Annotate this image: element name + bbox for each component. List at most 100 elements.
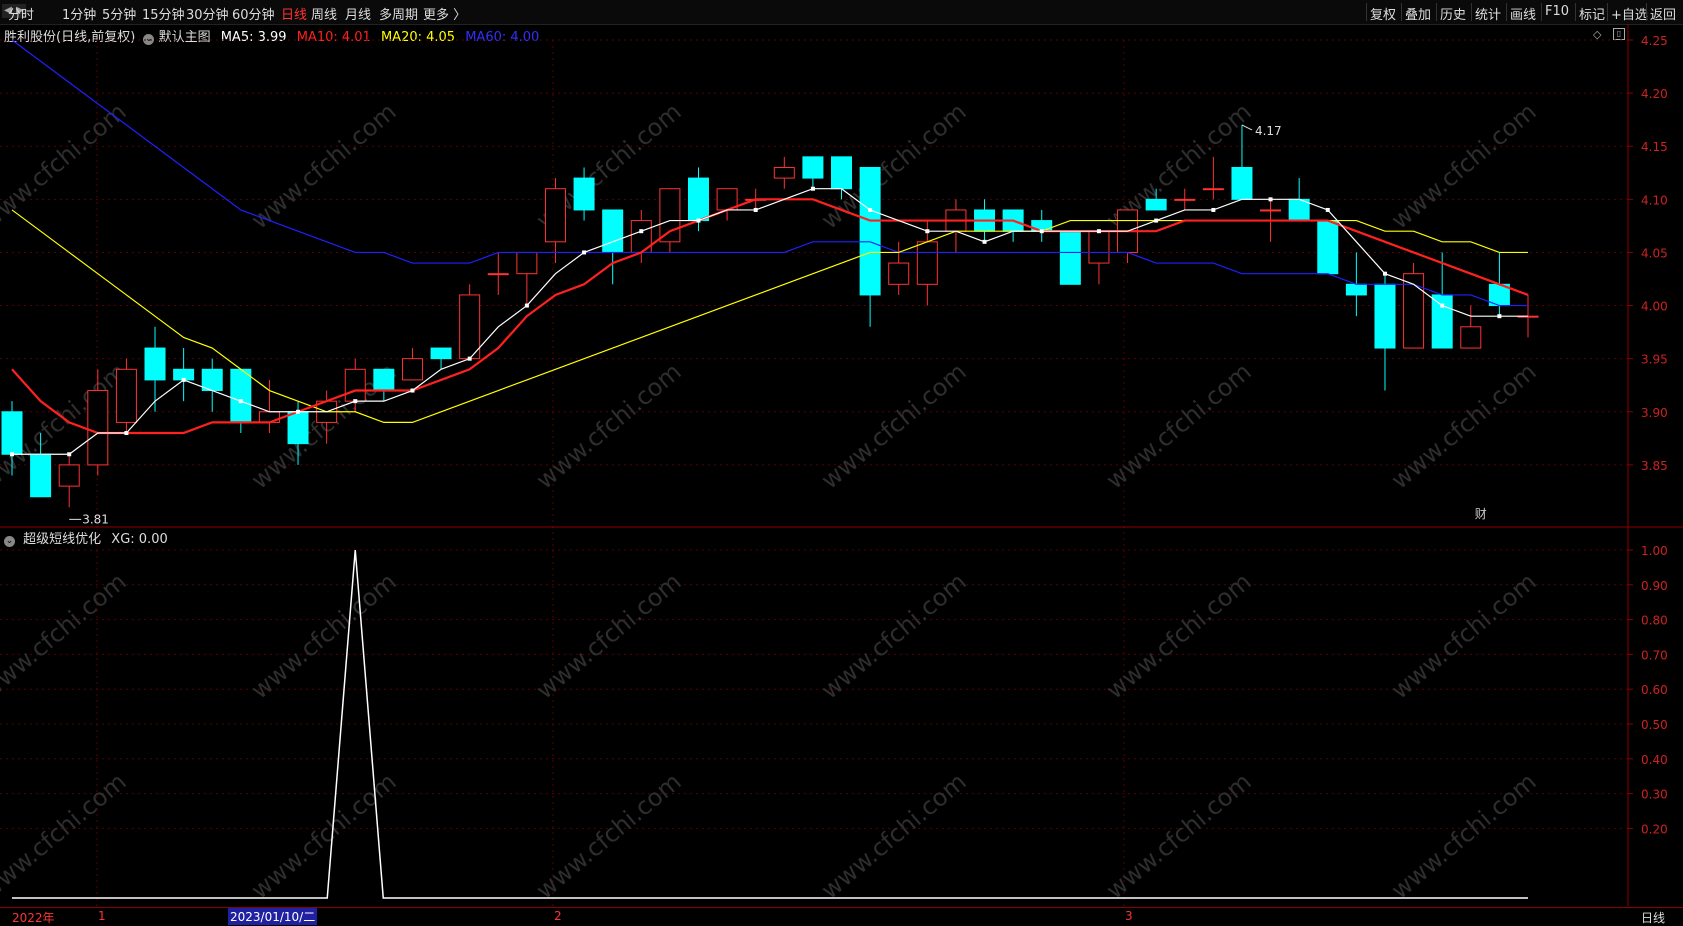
ma5-dot bbox=[1497, 314, 1502, 319]
candle-up bbox=[487, 273, 509, 276]
ma5-dot bbox=[1440, 303, 1445, 308]
ma5-dot bbox=[238, 399, 243, 404]
candle-down bbox=[573, 177, 595, 211]
sub-tick-label: 0.20 bbox=[1641, 822, 1668, 836]
ma5-dot bbox=[1382, 271, 1387, 276]
watermark-text: www.cfchi.com bbox=[816, 357, 972, 494]
candle-down bbox=[1317, 220, 1339, 275]
watermark-text: www.cfchi.com bbox=[531, 357, 687, 494]
watermark-text: www.cfchi.com bbox=[816, 567, 972, 704]
watermark-text: www.cfchi.com bbox=[531, 567, 687, 704]
candle-up bbox=[87, 390, 109, 466]
ma5-dot bbox=[10, 452, 14, 457]
watermark-text: www.cfchi.com bbox=[1386, 567, 1542, 704]
main-tick-label: 3.85 bbox=[1641, 459, 1668, 473]
period-label[interactable]: 日线 bbox=[1641, 909, 1665, 926]
sub-tick-label: 0.80 bbox=[1641, 614, 1668, 628]
watermark-text: www.cfchi.com bbox=[246, 567, 402, 704]
sub-tick-label: 0.70 bbox=[1641, 648, 1668, 662]
ma5-dot bbox=[753, 207, 758, 212]
watermark-text: www.cfchi.com bbox=[531, 767, 687, 904]
candle-up bbox=[344, 368, 366, 402]
candle-up bbox=[888, 262, 910, 285]
main-tick-label: 4.15 bbox=[1641, 140, 1668, 154]
watermark-text: www.cfchi.com bbox=[246, 97, 402, 234]
ma5-dot bbox=[124, 431, 129, 436]
main-tick-label: 3.95 bbox=[1641, 353, 1668, 367]
watermark-text: www.cfchi.com bbox=[1101, 767, 1257, 904]
watermark-text: www.cfchi.com bbox=[0, 97, 132, 234]
candle-down bbox=[430, 347, 452, 360]
month-label-2: 2 bbox=[554, 909, 562, 923]
ma5-dot bbox=[810, 186, 815, 191]
candle-up bbox=[401, 358, 423, 381]
candle-down bbox=[602, 209, 624, 253]
watermark-text: www.cfchi.com bbox=[1386, 357, 1542, 494]
watermark-text: www.cfchi.com bbox=[0, 767, 132, 904]
month-label-3: 3 bbox=[1125, 909, 1133, 923]
candle-down bbox=[831, 156, 853, 190]
sub-tick-label: 1.00 bbox=[1641, 544, 1668, 558]
sub-tick-label: 0.60 bbox=[1641, 683, 1668, 697]
candle-down bbox=[802, 156, 824, 179]
sub-tick-label: 0.50 bbox=[1641, 718, 1668, 732]
watermark-text: www.cfchi.com bbox=[1101, 567, 1257, 704]
ma5-dot bbox=[353, 399, 358, 404]
ma5-dot bbox=[1096, 229, 1101, 234]
candle-up bbox=[773, 166, 795, 179]
candlestick-series bbox=[1, 124, 1539, 508]
ma5-dot bbox=[67, 452, 72, 457]
year-label: 2022年 bbox=[12, 911, 55, 925]
candle-up bbox=[1202, 188, 1224, 191]
main-tick-label: 4.10 bbox=[1641, 193, 1668, 207]
ma60-line bbox=[11, 39, 1528, 307]
ma5-dot bbox=[982, 239, 987, 244]
ma5-dot bbox=[1039, 229, 1044, 234]
ma5-dot bbox=[1325, 207, 1330, 212]
ma5-dot bbox=[296, 409, 301, 414]
main-tick-label: 4.25 bbox=[1641, 34, 1668, 48]
candle-down bbox=[30, 453, 52, 498]
main-tick-label: 4.05 bbox=[1641, 246, 1668, 260]
candle-down bbox=[1345, 283, 1367, 296]
candle-down bbox=[230, 368, 252, 423]
cursor-date: 2023/01/10/二 bbox=[228, 908, 318, 925]
candle-down bbox=[859, 166, 881, 296]
candle-down bbox=[144, 347, 166, 381]
candle-down bbox=[1431, 294, 1453, 349]
ma5-dot bbox=[1211, 207, 1216, 212]
ma5-dot bbox=[925, 229, 930, 234]
watermark-layer: www.cfchi.com www.cfchi.com www.cfchi.com w… bbox=[0, 97, 1542, 904]
candle-up bbox=[544, 188, 566, 243]
main-tick-label: 4.00 bbox=[1641, 300, 1668, 314]
sub-tick-label: 0.40 bbox=[1641, 753, 1668, 767]
high-label: 4.17 bbox=[1255, 124, 1282, 138]
ma5-dot bbox=[410, 388, 415, 393]
candle-up bbox=[1260, 209, 1282, 212]
candle-up bbox=[115, 368, 137, 423]
candle-down bbox=[1, 411, 23, 455]
candle-down bbox=[1145, 198, 1167, 211]
ma5-dot bbox=[524, 303, 529, 308]
candle-down bbox=[373, 368, 395, 392]
candle-down bbox=[687, 177, 709, 222]
main-tick-label: 3.90 bbox=[1641, 406, 1668, 420]
time-axis: 2022年 1 2023/01/10/二 2 3 日线 bbox=[0, 907, 1683, 925]
candle-down bbox=[1059, 230, 1081, 285]
ma5-dot bbox=[639, 229, 644, 234]
candle-down bbox=[1231, 166, 1253, 200]
watermark-text: www.cfchi.com bbox=[1386, 97, 1542, 234]
ma5-dot bbox=[181, 377, 186, 382]
watermark-text: www.cfchi.com bbox=[0, 567, 132, 704]
main-tick-label: 4.20 bbox=[1641, 87, 1668, 101]
candle-up bbox=[916, 241, 938, 285]
sub-tick-label: 0.30 bbox=[1641, 788, 1668, 802]
ma5-dot bbox=[467, 356, 472, 361]
month-label-1: 1 bbox=[98, 909, 106, 923]
kline-chart[interactable]: www.cfchi.com www.cfchi.com www.cfchi.com w… bbox=[0, 0, 1683, 924]
watermark-text: www.cfchi.com bbox=[1386, 767, 1542, 904]
watermark-text: www.cfchi.com bbox=[1101, 357, 1257, 494]
low-label: 3.81 bbox=[82, 512, 109, 526]
sub-tick-label: 0.90 bbox=[1641, 579, 1668, 593]
ma5-dot bbox=[696, 218, 701, 223]
